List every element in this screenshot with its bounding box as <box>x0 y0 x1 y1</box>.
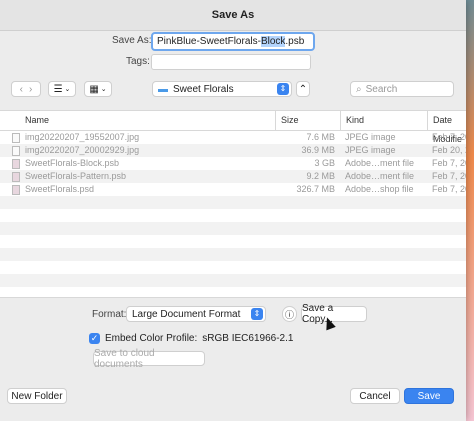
psd-file-icon <box>12 184 20 195</box>
file-size: 36.9 MB <box>301 145 335 155</box>
file-date: Feb 20, 2022 <box>432 145 466 155</box>
info-button[interactable]: ⓘ <box>282 306 297 322</box>
chevron-down-icon: ⌄ <box>64 86 71 93</box>
chevron-down-icon: ⌄ <box>100 86 107 93</box>
file-size: 3 GB <box>314 158 335 168</box>
chevron-up-icon: ⌃ <box>298 83 308 95</box>
list-view-icon: ☰ <box>53 83 63 95</box>
empty-row <box>0 222 466 235</box>
forward-icon[interactable]: › <box>29 84 32 95</box>
list-header: Name Size Kind Date Modifie <box>0 111 466 144</box>
new-folder-button[interactable]: New Folder <box>7 388 67 404</box>
location-select[interactable]: ▬ Sweet Florals ⇕ <box>152 81 292 97</box>
format-label: Format: <box>92 309 127 320</box>
embed-profile-label: Embed Color Profile: <box>105 333 198 344</box>
file-date: Feb 7, 2022 <box>432 132 466 142</box>
file-size: 9.2 MB <box>306 171 335 181</box>
empty-row <box>0 274 466 287</box>
empty-row <box>0 248 466 261</box>
file-kind: JPEG image <box>345 145 396 155</box>
file-date: Feb 7, 2022 <box>432 158 466 168</box>
location-label: Sweet Florals <box>173 83 234 95</box>
file-size: 326.7 MB <box>296 184 335 194</box>
empty-row <box>0 261 466 274</box>
file-name: SweetFlorals-Block.psb <box>25 158 120 168</box>
embed-profile-row: ✓ Embed Color Profile: sRGB IEC61966-2.1 <box>89 333 293 344</box>
psb-file-icon <box>12 171 20 182</box>
filename-prefix: PinkBlue-SweetFlorals- <box>157 36 261 47</box>
filename-suffix: .psb <box>285 36 305 47</box>
search-input[interactable]: ⌕ Search <box>350 81 454 97</box>
save-button[interactable]: Save <box>404 388 454 404</box>
stepper-icon: ⇕ <box>251 308 263 320</box>
file-row[interactable]: SweetFlorals-Block.psb 3 GB Adobe…ment f… <box>0 157 466 170</box>
psb-file-icon <box>12 158 20 169</box>
save-copy-button[interactable]: Save a Copy... <box>301 303 367 325</box>
format-select[interactable]: Large Document Format ⇕ <box>126 306 266 322</box>
file-kind: JPEG image <box>345 132 396 142</box>
empty-row <box>0 209 466 222</box>
column-date[interactable]: Date Modifie <box>427 111 466 144</box>
grid-view-button[interactable]: ▦ ⌄ <box>84 81 112 97</box>
folder-icon: ▬ <box>158 83 168 95</box>
file-list[interactable]: Name Size Kind Date Modifie img20220207_… <box>0 110 466 298</box>
back-icon[interactable]: ‹ <box>20 84 23 95</box>
empty-row <box>0 196 466 209</box>
file-name: SweetFlorals.psd <box>25 184 95 194</box>
column-size[interactable]: Size <box>275 111 340 130</box>
file-kind: Adobe…ment file <box>345 158 415 168</box>
search-placeholder: Search <box>365 83 398 95</box>
file-row[interactable]: img20220207_19552007.jpg 7.6 MB JPEG ima… <box>0 131 466 144</box>
empty-row <box>0 235 466 248</box>
profile-value: sRGB IEC61966-2.1 <box>202 333 294 344</box>
file-row[interactable]: SweetFlorals-Pattern.psb 9.2 MB Adobe…me… <box>0 170 466 183</box>
jpg-file-icon <box>12 132 20 143</box>
file-name: img20220207_20002929.jpg <box>25 145 140 155</box>
list-view-button[interactable]: ☰ ⌄ <box>48 81 76 97</box>
grid-view-icon: ▦ <box>89 83 99 95</box>
file-kind: Adobe…shop file <box>345 184 414 194</box>
stepper-icon: ⇕ <box>277 83 289 95</box>
save-to-cloud-button[interactable]: Save to cloud documents <box>93 348 205 370</box>
file-row[interactable]: img20220207_20002929.jpg 36.9 MB JPEG im… <box>0 144 466 157</box>
tags-field[interactable] <box>151 54 311 70</box>
info-icon: ⓘ <box>284 309 294 320</box>
file-name: SweetFlorals-Pattern.psb <box>25 171 127 181</box>
save-as-dialog: Save As Save As: PinkBlue-SweetFlorals-B… <box>0 0 466 421</box>
filename-input[interactable]: PinkBlue-SweetFlorals-Block.psb <box>151 32 315 51</box>
file-kind: Adobe…ment file <box>345 171 415 181</box>
file-date: Feb 7, 2022 <box>432 184 466 194</box>
format-value: Large Document Format <box>132 308 241 320</box>
tags-label: Tags: <box>126 56 150 67</box>
file-name: img20220207_19552007.jpg <box>25 132 140 142</box>
dialog-title: Save As <box>0 0 466 31</box>
search-icon: ⌕ <box>356 83 362 95</box>
save-as-label: Save As: <box>112 35 152 46</box>
jpg-file-icon <box>12 145 20 156</box>
cancel-button[interactable]: Cancel <box>350 388 400 404</box>
expand-collapse-button[interactable]: ⌃ <box>296 81 310 97</box>
column-kind[interactable]: Kind <box>340 111 427 130</box>
file-size: 7.6 MB <box>306 132 335 142</box>
empty-row <box>0 287 466 297</box>
back-forward-buttons[interactable]: ‹ › <box>11 81 41 97</box>
column-name[interactable]: Name <box>0 111 275 130</box>
filename-selection: Block <box>260 36 286 47</box>
file-row[interactable]: SweetFlorals.psd 326.7 MB Adobe…shop fil… <box>0 183 466 196</box>
embed-profile-checkbox[interactable]: ✓ <box>89 333 100 344</box>
file-date: Feb 7, 2022 <box>432 171 466 181</box>
